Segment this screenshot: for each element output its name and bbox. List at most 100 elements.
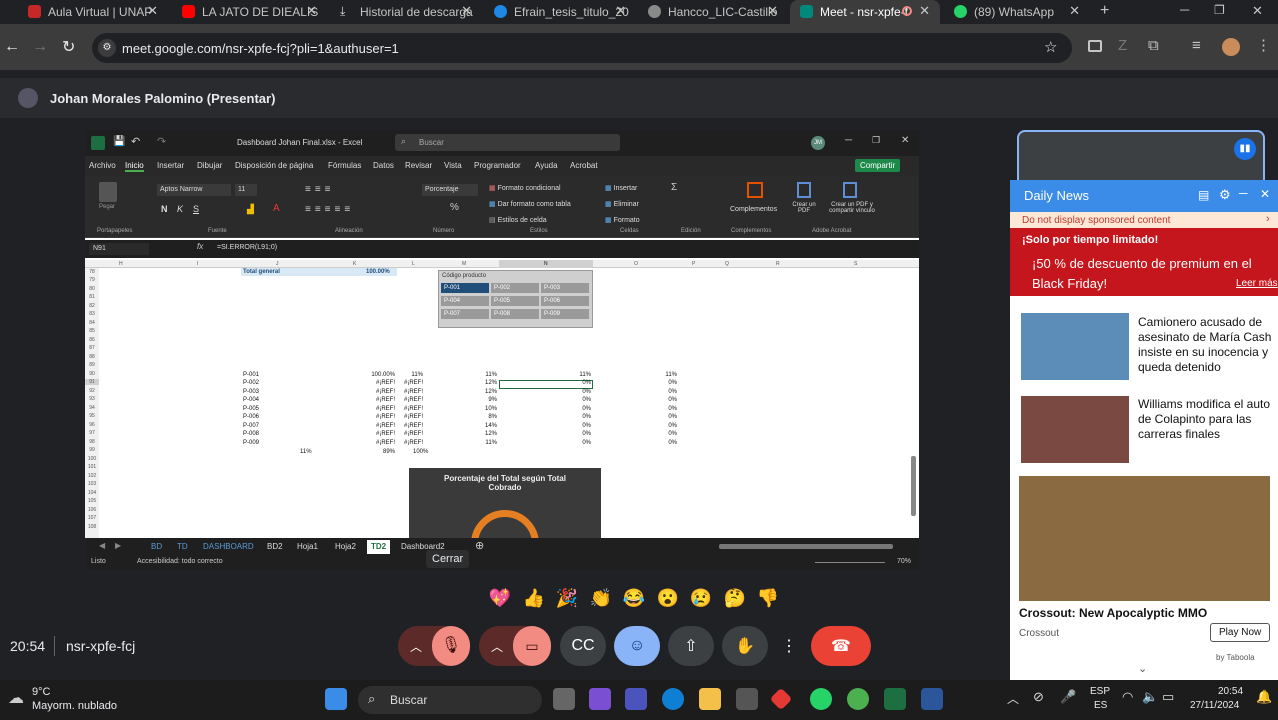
sheet-tab-td[interactable]: TD — [173, 540, 192, 554]
tab-whatsapp[interactable]: (89) WhatsApp ✕ — [944, 0, 1090, 24]
slicer-item[interactable]: P-006 — [541, 296, 589, 306]
chat-icon[interactable]: ▤ — [1198, 188, 1209, 202]
close-icon[interactable]: ✕ — [1069, 3, 1080, 19]
mic-off-button[interactable]: 🎙 — [432, 626, 470, 666]
tab-youtube[interactable]: LA JATO DE DIEALIS ✕ — [172, 0, 327, 24]
menu-dibujar[interactable]: Dibujar — [197, 161, 222, 170]
anydesk-icon[interactable] — [769, 687, 793, 711]
excel-taskbar-icon[interactable] — [884, 688, 906, 710]
delete-button[interactable]: ▦ Eliminar — [605, 200, 639, 208]
weather-desc[interactable]: Mayorm. nublado — [32, 700, 117, 712]
emoji-button[interactable]: ☺ — [614, 626, 660, 666]
word-taskbar-icon[interactable] — [921, 688, 943, 710]
volume-icon[interactable]: 🔈 — [1142, 689, 1158, 705]
bookmark-star-icon[interactable]: ☆ — [1044, 38, 1057, 56]
menu-insertar[interactable]: Insertar — [157, 161, 184, 170]
present-button[interactable]: ⇧ — [668, 626, 714, 666]
zoom-level[interactable]: 70% — [897, 558, 911, 565]
article-thumb-2[interactable] — [1021, 396, 1129, 463]
clock-date[interactable]: 27/11/2024 — [1190, 700, 1239, 711]
donut-chart-card[interactable]: Porcentaje del Total según Total Cobrado — [409, 468, 601, 570]
excel-search-box[interactable]: ⌕ Buscar — [395, 134, 620, 151]
site-info-icon[interactable]: ⚙ — [98, 39, 116, 57]
sheet-tab-bd2[interactable]: BD2 — [263, 540, 287, 554]
network-off-icon[interactable]: ⊘ — [1033, 689, 1044, 705]
camera-off-button[interactable]: ▭ — [513, 626, 551, 666]
slicer-codigo-producto[interactable]: Código producto P-001 P-002 P-003 P-004 … — [438, 270, 593, 328]
profile-avatar[interactable] — [1222, 38, 1240, 56]
clock-time[interactable]: 20:54 — [1218, 686, 1243, 697]
chevron-down-icon[interactable]: ⌄ — [1138, 662, 1147, 675]
reaction-laugh[interactable]: 😂 — [621, 585, 647, 611]
settings-icon[interactable]: ⚙ — [1219, 187, 1231, 203]
promo-banner[interactable]: ¡Solo por tiempo limitado! ¡50 % de desc… — [1010, 228, 1278, 296]
windows-start-icon[interactable] — [325, 688, 347, 710]
sheet-tab-bd[interactable]: BD — [147, 540, 166, 554]
cell-styles-button[interactable]: ▤ Estilos de celda — [489, 216, 547, 224]
menu-vista[interactable]: Vista — [444, 161, 462, 170]
table-format-button[interactable]: ▦ Dar formato como tabla — [489, 200, 571, 208]
task-view-icon[interactable] — [553, 688, 575, 710]
raise-hand-button[interactable]: ✋ — [722, 626, 768, 666]
back-icon[interactable]: ← — [4, 38, 20, 56]
insert-button[interactable]: ▦ Insertar — [605, 184, 637, 192]
reaction-thinking[interactable]: 🤔 — [722, 585, 748, 611]
weather-temp[interactable]: 9°C — [32, 686, 50, 698]
reaction-party[interactable]: 🎉 — [554, 585, 580, 611]
whatsapp-icon[interactable] — [810, 688, 832, 710]
save-icon[interactable]: 💾 — [113, 136, 125, 147]
close-icon[interactable]: ✕ — [306, 3, 317, 19]
close-icon[interactable]: ✕ — [1260, 187, 1270, 201]
article-title-2[interactable]: Williams modifica el auto de Colapinto p… — [1138, 397, 1278, 442]
ad-title[interactable]: Crossout: New Apocalyptic MMO — [1019, 606, 1207, 620]
extension-z-icon[interactable]: Z — [1118, 37, 1127, 54]
share-pdf-icon[interactable] — [843, 182, 857, 198]
wifi-icon[interactable]: ◠ — [1122, 689, 1133, 705]
menu-inicio[interactable]: Inicio — [125, 161, 144, 172]
accessibility-status[interactable]: Accesibilidad: todo correcto — [137, 558, 223, 565]
slicer-item[interactable]: P-004 — [441, 296, 489, 306]
new-tab-button[interactable]: + — [1100, 2, 1109, 20]
create-pdf-icon[interactable] — [797, 182, 811, 198]
close-icon[interactable]: ✕ — [901, 135, 909, 146]
copilot-icon[interactable] — [589, 688, 611, 710]
close-icon[interactable]: ✕ — [461, 3, 472, 19]
font-name-select[interactable]: Aptos Narrow — [157, 184, 231, 196]
language-code[interactable]: ESP — [1090, 686, 1110, 697]
leave-call-button[interactable]: ☎ — [811, 626, 871, 666]
share-button[interactable]: Compartir — [855, 159, 901, 172]
notification-bell-icon[interactable]: 🔔 — [1256, 689, 1272, 705]
bold-icon[interactable]: N — [161, 204, 168, 214]
align-left-icons[interactable]: ≡≡≡≡≡ — [305, 204, 354, 215]
reaction-surprised[interactable]: 😮 — [655, 585, 681, 611]
spreadsheet-grid[interactable]: H I J K L M N O P Q R S 78 79 80 81 82 8… — [85, 260, 919, 570]
forward-icon[interactable]: → — [32, 38, 48, 56]
slicer-item[interactable]: P-002 — [491, 283, 539, 293]
menu-disposicion[interactable]: Disposición de página — [235, 161, 313, 170]
menu-programador[interactable]: Programador — [474, 161, 521, 170]
tab-tesis[interactable]: Efrain_tesis_titulo_20 ✕ — [484, 0, 636, 24]
autosum-icon[interactable]: Σ — [671, 182, 677, 193]
close-icon[interactable]: ✕ — [147, 3, 158, 19]
name-box[interactable]: N91 — [89, 243, 149, 255]
slicer-item[interactable]: P-003 — [541, 283, 589, 293]
reaction-thumbs-up[interactable]: 👍 — [521, 585, 547, 611]
tab-hancco[interactable]: Hancco_LIC-Castillo ✕ — [638, 0, 788, 24]
sheet-tab-td2[interactable]: TD2 — [367, 540, 391, 554]
slicer-item[interactable]: P-009 — [541, 309, 589, 319]
article-title-1[interactable]: Camionero acusado de asesinato de María … — [1138, 315, 1278, 375]
edge-icon[interactable] — [662, 688, 684, 710]
chrome-icon[interactable] — [847, 688, 869, 710]
more-options-button[interactable]: ⋮ — [776, 626, 802, 666]
format-button[interactable]: ▦ Formato — [605, 216, 640, 224]
chevron-up-icon[interactable]: ︿ — [410, 638, 422, 655]
next-sheet-icon[interactable]: ▶ — [115, 541, 121, 550]
chevron-up-icon[interactable]: ︿ — [491, 638, 503, 655]
menu-datos[interactable]: Datos — [373, 161, 394, 170]
extensions-icon[interactable]: ⧉ — [1148, 37, 1159, 54]
slicer-item[interactable]: P-005 — [491, 296, 539, 306]
store-icon[interactable] — [736, 688, 758, 710]
slicer-item[interactable]: P-008 — [491, 309, 539, 319]
font-color-icon[interactable]: A — [273, 203, 280, 214]
close-window-icon[interactable]: ✕ — [1252, 3, 1263, 19]
